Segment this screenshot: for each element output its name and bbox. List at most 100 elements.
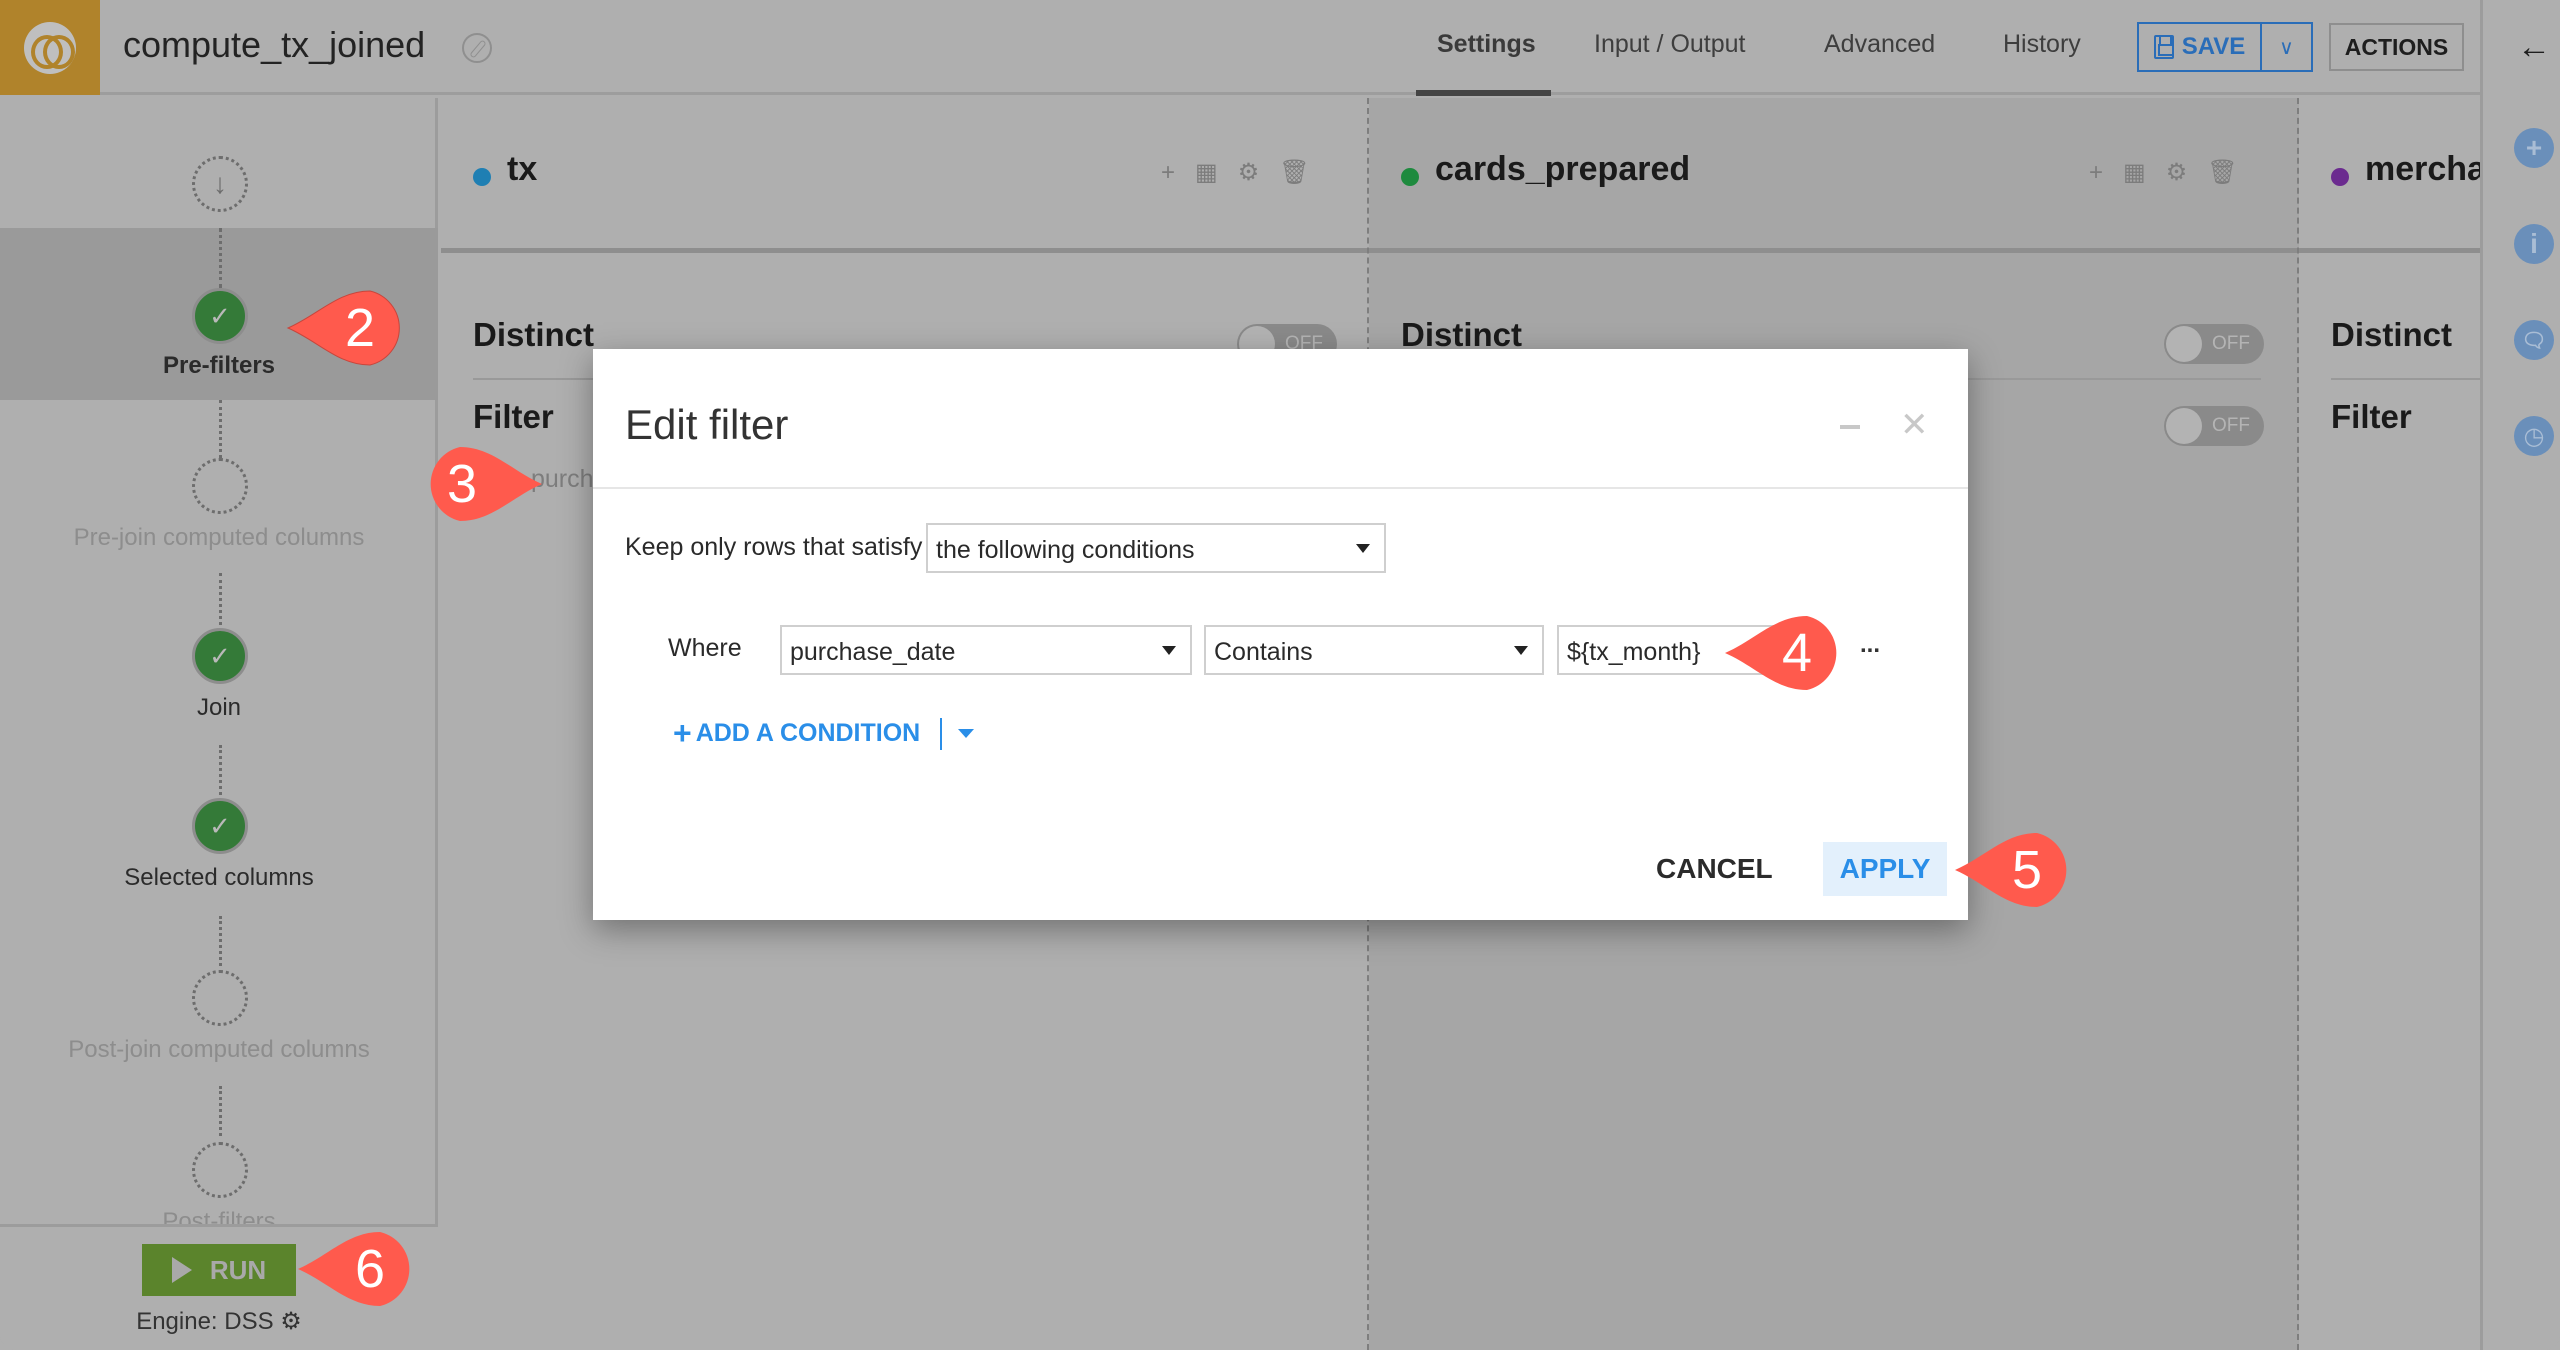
modal-title: Edit filter [625, 401, 789, 448]
close-icon[interactable]: ✕ [1900, 405, 1929, 445]
dataset-color-dot [2331, 168, 2349, 186]
callout-number: 3 [446, 454, 478, 514]
empty-step-circle [192, 458, 248, 514]
tab-advanced[interactable]: Advanced [1824, 30, 1935, 59]
dataset-header: tx + ▦ ⚙ 🗑 [441, 98, 1367, 253]
toggle-knob [2166, 326, 2202, 362]
step-start-arrow-down-icon: ↓ [192, 156, 248, 212]
callout-number: 2 [344, 298, 376, 358]
add-condition-group: + ADD A CONDITION [673, 715, 975, 752]
plus-icon[interactable]: + [1161, 159, 1175, 187]
minimize-icon[interactable] [1840, 425, 1860, 429]
select-value: Contains [1214, 638, 1313, 666]
actions-button[interactable]: ACTIONS [2329, 23, 2464, 71]
callout-number: 5 [2011, 840, 2043, 900]
empty-step-circle [192, 1142, 248, 1198]
clock-icon[interactable]: ◷ [2514, 416, 2554, 456]
callout-marker: 6 [298, 1228, 410, 1308]
dataset-tools: + ▦ ⚙ 🗑 [2089, 158, 2238, 187]
chat-icon[interactable]: 🗨 [2514, 320, 2554, 360]
check-icon: ✓ [192, 798, 248, 854]
active-tab-indicator [1416, 90, 1551, 96]
dataset-name: tx [507, 150, 538, 188]
save-button[interactable]: SAVE [2139, 24, 2262, 70]
engine-selector[interactable]: Engine: DSS ⚙ [0, 1307, 438, 1336]
caret-down-icon [1162, 646, 1176, 655]
caret-down-icon [1356, 544, 1370, 553]
recipe-title[interactable]: compute_tx_joined [123, 24, 425, 66]
callout-number: 4 [1781, 623, 1813, 683]
operator-select[interactable]: Contains [1204, 625, 1544, 675]
save-dropdown-button[interactable]: ∨ [2262, 24, 2311, 70]
join-recipe-logo[interactable] [0, 0, 100, 95]
dataset-color-dot [473, 168, 491, 186]
run-button[interactable]: RUN [142, 1244, 296, 1296]
callout-marker: 5 [1955, 829, 2067, 909]
divider [940, 717, 943, 750]
apply-button[interactable]: APPLY [1823, 842, 1947, 896]
engine-label: Engine: DSS [136, 1308, 274, 1335]
compass-icon[interactable] [462, 33, 492, 63]
step-label: Join [196, 694, 242, 721]
table-icon[interactable]: ▦ [1195, 158, 1218, 187]
table-icon[interactable]: ▦ [2123, 158, 2146, 187]
chevron-down-icon: ∨ [2279, 36, 2294, 59]
select-value: purchase_date [790, 638, 956, 666]
plus-icon: + [673, 715, 692, 751]
toggle-state: OFF [2212, 415, 2250, 436]
filter-toggle[interactable]: OFF [2164, 406, 2264, 446]
check-icon: ✓ [192, 288, 248, 344]
dataset-header: cards_prepared + ▦ ⚙ 🗑 [1369, 98, 2297, 253]
filter-label: Filter [2331, 398, 2412, 435]
cancel-button[interactable]: CANCEL [1656, 853, 1773, 885]
plus-icon[interactable]: + [2089, 159, 2103, 187]
dataset-name: cards_prepared [1435, 150, 1691, 188]
gear-icon[interactable]: ⚙ [2166, 158, 2188, 187]
trash-icon[interactable]: 🗑 [1279, 158, 1309, 187]
dataset-name: mercha [2365, 150, 2480, 188]
divider [593, 487, 1968, 489]
plus-icon[interactable]: + [2514, 128, 2554, 168]
tab-input-output[interactable]: Input / Output [1594, 30, 1746, 59]
recipe-steps-sidebar: ↓ ✓ Pre-filters Pre-join computed column… [0, 98, 438, 1350]
filter-mode-select[interactable]: the following conditions [926, 523, 1386, 573]
run-label: RUN [209, 1254, 267, 1285]
tab-settings[interactable]: Settings [1437, 30, 1536, 59]
column-select[interactable]: purchase_date [780, 625, 1192, 675]
callout-marker: 2 [286, 287, 400, 367]
dataset-column-merchants: mercha Distinct Filter [2299, 98, 2480, 1350]
callout-marker: 3 [420, 443, 542, 523]
step-connector [219, 573, 222, 625]
dataset-tools: + ▦ ⚙ 🗑 [1161, 158, 1310, 187]
step-connector [219, 745, 222, 795]
distinct-label: Distinct [2331, 316, 2453, 353]
callout-marker: 4 [1725, 612, 1837, 692]
filter-label: Filter [473, 398, 554, 435]
tab-history[interactable]: History [2003, 30, 2081, 59]
step-label: Post-join computed columns [68, 1036, 370, 1063]
gear-icon[interactable]: ⚙ [1238, 158, 1260, 187]
more-options-icon[interactable]: ... [1860, 631, 1880, 659]
select-value: the following conditions [936, 536, 1195, 564]
recipe-header: compute_tx_joined Settings Input / Outpu… [0, 0, 2480, 96]
add-condition-button[interactable]: ADD A CONDITION [696, 719, 921, 748]
trash-icon[interactable]: 🗑 [2207, 158, 2237, 187]
play-icon [171, 1257, 192, 1283]
save-button-group: SAVE ∨ [2137, 22, 2313, 72]
keep-rows-label: Keep only rows that satisfy [625, 533, 923, 561]
check-icon: ✓ [192, 628, 248, 684]
step-connector [219, 916, 222, 966]
where-label: Where [668, 634, 742, 662]
arrow-left-icon[interactable]: ← [2517, 28, 2551, 67]
floppy-disk-icon [2153, 35, 2174, 59]
join-icon [24, 21, 76, 74]
right-rail: ← + i 🗨 ◷ [2480, 0, 2560, 1350]
step-label: Selected columns [124, 864, 314, 891]
distinct-toggle[interactable]: OFF [2164, 324, 2264, 364]
toggle-knob [2166, 408, 2202, 444]
dataset-header: mercha [2299, 98, 2480, 253]
add-condition-dropdown-icon[interactable] [958, 729, 975, 738]
info-icon[interactable]: i [2514, 224, 2554, 264]
step-connector [219, 228, 222, 288]
toggle-state: OFF [2212, 333, 2250, 354]
